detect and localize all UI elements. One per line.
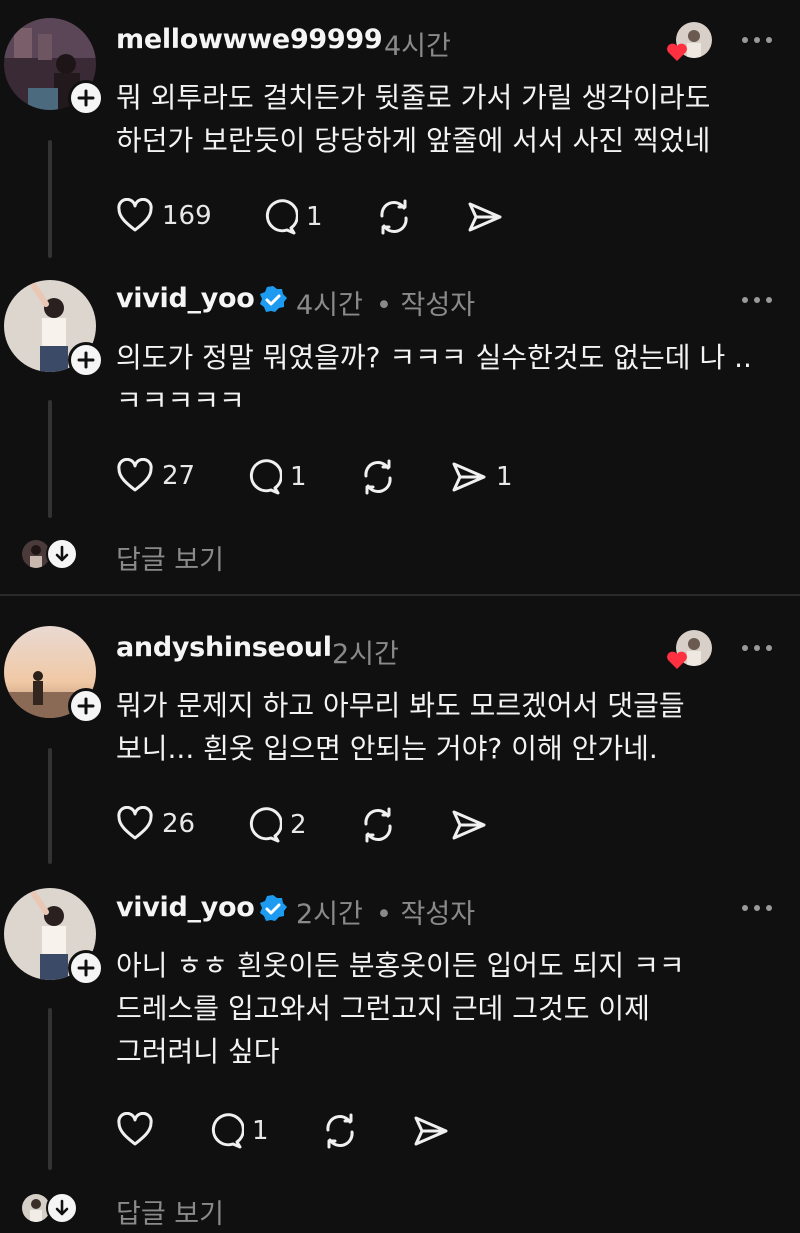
reply-count: 1 bbox=[306, 202, 323, 232]
post-line: ㅋㅋㅋㅋㅋ bbox=[116, 384, 245, 417]
like-count: 26 bbox=[162, 809, 196, 839]
post-line: 그러려니 싶다 bbox=[116, 1035, 280, 1068]
avatar-mellowwwe99999[interactable] bbox=[4, 18, 104, 116]
thread-line bbox=[48, 748, 52, 864]
send-icon bbox=[414, 1116, 448, 1146]
follow-plus-icon[interactable] bbox=[68, 342, 104, 378]
reply-count: 1 bbox=[252, 1116, 269, 1146]
share-button[interactable] bbox=[466, 198, 504, 236]
username[interactable]: vivid_yoo bbox=[116, 283, 255, 314]
view-replies-label: 답글 보기 bbox=[116, 1199, 224, 1230]
verified-badge-icon bbox=[260, 895, 287, 921]
share-button[interactable]: 1 bbox=[450, 458, 513, 496]
username[interactable]: mellowwwe99999 bbox=[116, 24, 383, 55]
post-line: 보니... 흰옷 입으면 안되는 거야? 이해 안가네. bbox=[116, 732, 658, 765]
arrow-down-icon bbox=[46, 538, 78, 570]
avatar-andyshinseoul[interactable] bbox=[4, 626, 104, 724]
repost-icon bbox=[364, 807, 392, 843]
send-icon bbox=[468, 202, 502, 232]
heart-icon bbox=[117, 198, 153, 232]
avatar-vivid_yoo[interactable] bbox=[4, 888, 104, 986]
username[interactable]: andyshinseoul bbox=[116, 632, 332, 663]
thread-line bbox=[48, 400, 52, 518]
repost-button[interactable] bbox=[358, 458, 398, 496]
send-icon bbox=[452, 462, 486, 492]
view-replies-button[interactable]: 답글 보기 bbox=[0, 1184, 800, 1233]
post-body: 뭐 외투라도 걸치든가 뒷줄로 가서 가릴 생각이라도 하던가 보란듯이 당당하… bbox=[116, 76, 710, 162]
post-time: 2시간 bbox=[332, 639, 399, 670]
thread-line bbox=[48, 140, 52, 258]
heart-badge-icon bbox=[667, 43, 687, 61]
reply-button[interactable]: 1 bbox=[260, 198, 323, 236]
thread-line bbox=[48, 1008, 52, 1170]
post-body: 뭐가 문제지 하고 아무리 봐도 모르겠어서 댓글들 보니... 흰옷 입으면 … bbox=[116, 684, 685, 770]
verified-badge-icon bbox=[260, 286, 287, 312]
repost-icon bbox=[380, 199, 408, 235]
more-dots-icon[interactable] bbox=[740, 643, 774, 653]
follow-plus-icon[interactable] bbox=[68, 688, 104, 724]
author-tag: • 작성자 bbox=[376, 290, 476, 321]
reply-button[interactable]: 1 bbox=[206, 1112, 269, 1150]
post-line: 뭐 외투라도 걸치든가 뒷줄로 가서 가릴 생각이라도 bbox=[116, 81, 711, 114]
view-replies-button[interactable]: 답글 보기 bbox=[0, 530, 800, 580]
send-icon bbox=[452, 810, 486, 840]
section-divider bbox=[0, 594, 800, 596]
reply-count: 1 bbox=[290, 462, 307, 492]
heart-icon bbox=[117, 806, 153, 840]
post-body: 아니 ㅎㅎ 흰옷이든 분홍옷이든 입어도 되지 ㅋㅋ 드레스를 입고와서 그런고… bbox=[116, 944, 685, 1073]
post-time: 4시간 bbox=[296, 290, 363, 321]
share-button[interactable] bbox=[412, 1112, 450, 1150]
follow-plus-icon[interactable] bbox=[68, 950, 104, 986]
reply-button[interactable]: 1 bbox=[244, 458, 307, 496]
repost-button[interactable] bbox=[320, 1112, 360, 1150]
post-line: 아니 ㅎㅎ 흰옷이든 분홍옷이든 입어도 되지 ㅋㅋ bbox=[116, 949, 685, 982]
repost-icon bbox=[364, 459, 392, 495]
reply-button[interactable]: 2 bbox=[244, 806, 307, 844]
repost-icon bbox=[326, 1113, 354, 1149]
post-line: 드레스를 입고와서 그런고지 근데 그것도 이제 bbox=[116, 992, 650, 1025]
heart-icon bbox=[117, 458, 153, 492]
more-dots-icon[interactable] bbox=[740, 35, 774, 45]
comment-icon bbox=[265, 199, 298, 235]
like-button[interactable]: 27 bbox=[116, 458, 195, 494]
follow-plus-icon[interactable] bbox=[68, 80, 104, 116]
repost-button[interactable] bbox=[374, 198, 414, 236]
post-line: 의도가 정말 뭐였을까? ㅋㅋㅋ 실수한것도 없는데 나 .. bbox=[116, 341, 752, 374]
arrow-down-icon bbox=[46, 1192, 78, 1224]
share-button[interactable] bbox=[450, 806, 488, 844]
username[interactable]: vivid_yoo bbox=[116, 892, 255, 923]
more-dots-icon[interactable] bbox=[740, 295, 774, 305]
more-dots-icon[interactable] bbox=[740, 903, 774, 913]
like-button[interactable] bbox=[116, 1112, 154, 1148]
post-line: 하던가 보란듯이 당당하게 앞줄에 서서 사진 찍었네 bbox=[116, 124, 711, 157]
share-count: 1 bbox=[496, 462, 513, 492]
repost-button[interactable] bbox=[358, 806, 398, 844]
comment-icon bbox=[249, 459, 282, 495]
like-button[interactable]: 26 bbox=[116, 806, 195, 842]
like-count: 169 bbox=[162, 201, 212, 231]
post-time: 2시간 bbox=[296, 899, 363, 930]
post-line: 뭐가 문제지 하고 아무리 봐도 모르겠어서 댓글들 bbox=[116, 689, 685, 722]
comment-icon bbox=[249, 807, 282, 843]
post-time: 4시간 bbox=[384, 31, 451, 62]
reply-count: 2 bbox=[290, 810, 307, 840]
post-body: 의도가 정말 뭐였을까? ㅋㅋㅋ 실수한것도 없는데 나 .. ㅋㅋㅋㅋㅋ bbox=[116, 336, 752, 422]
heart-badge-icon bbox=[667, 651, 687, 669]
author-tag: • 작성자 bbox=[376, 899, 476, 930]
view-replies-label: 답글 보기 bbox=[116, 545, 224, 576]
like-button[interactable]: 169 bbox=[116, 198, 212, 234]
heart-icon bbox=[117, 1112, 153, 1146]
avatar-vivid_yoo[interactable] bbox=[4, 280, 104, 378]
comment-icon bbox=[211, 1113, 244, 1149]
like-count: 27 bbox=[162, 461, 196, 491]
